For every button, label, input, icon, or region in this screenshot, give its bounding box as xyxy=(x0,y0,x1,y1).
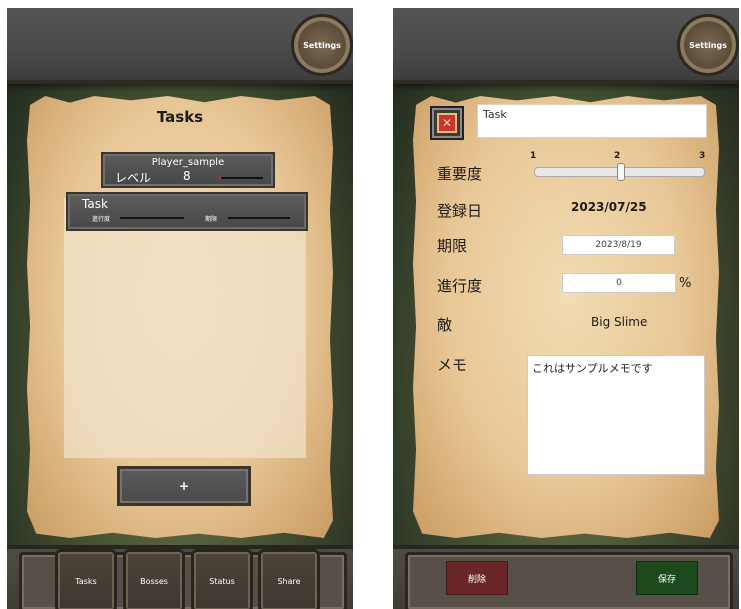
memo-label: メモ xyxy=(437,356,468,374)
task-deadline-bar xyxy=(228,217,290,219)
importance-tick-3: 3 xyxy=(699,151,706,161)
exp-bar-fill xyxy=(219,177,222,179)
memo-textarea[interactable]: これはサンプルメモです xyxy=(527,355,705,475)
delete-button[interactable]: 削除 xyxy=(446,561,508,595)
task-name: Task xyxy=(82,197,108,211)
task-list-item[interactable]: Task 進行度 期限 xyxy=(68,194,306,229)
enemy-label: 敵 xyxy=(437,316,453,334)
deadline-field[interactable]: 2023/8/19 xyxy=(562,235,675,255)
save-button[interactable]: 保存 xyxy=(636,561,698,595)
settings-button[interactable]: Settings xyxy=(291,14,353,76)
close-button[interactable]: ✕ xyxy=(430,106,464,140)
nav-share-button[interactable]: Share xyxy=(258,549,320,609)
registered-date-value: 2023/07/25 xyxy=(571,200,647,214)
importance-label: 重要度 xyxy=(437,165,483,183)
add-task-button[interactable]: + xyxy=(117,466,251,506)
task-deadline-label: 期限 xyxy=(205,216,218,223)
progress-label: 進行度 xyxy=(437,277,483,295)
nav-tasks-button[interactable]: Tasks xyxy=(55,549,117,609)
player-name: Player_sample xyxy=(151,157,225,168)
progress-unit: % xyxy=(679,276,692,291)
task-progress-bar xyxy=(120,217,184,219)
settings-button[interactable]: Settings xyxy=(677,14,739,76)
nav-status-button[interactable]: Status xyxy=(191,549,253,609)
importance-slider[interactable] xyxy=(534,163,705,181)
level-value: 8 xyxy=(183,169,191,183)
task-list[interactable] xyxy=(64,198,306,458)
close-icon: ✕ xyxy=(437,113,457,133)
page-title: Tasks xyxy=(156,108,204,126)
enemy-value: Big Slime xyxy=(591,315,648,329)
importance-tick-2: 2 xyxy=(614,151,621,161)
level-label: レベル xyxy=(115,171,152,185)
importance-tick-1: 1 xyxy=(530,151,537,161)
task-edit-screen: Settings ✕ Task 重要度 1 2 3 登録日 2023/07/25… xyxy=(393,8,739,609)
task-list-screen: Settings Tasks Player_sample レベル 8 Task … xyxy=(7,8,353,609)
task-title-input[interactable]: Task xyxy=(477,104,707,138)
registered-date-label: 登録日 xyxy=(437,202,483,220)
progress-input[interactable]: 0 xyxy=(562,273,676,293)
importance-slider-thumb[interactable] xyxy=(616,163,625,181)
deadline-label: 期限 xyxy=(437,237,468,255)
nav-bosses-button[interactable]: Bosses xyxy=(123,549,185,609)
task-progress-label: 進行度 xyxy=(92,216,111,223)
exp-bar xyxy=(219,177,263,179)
player-card: Player_sample レベル 8 xyxy=(103,154,273,186)
